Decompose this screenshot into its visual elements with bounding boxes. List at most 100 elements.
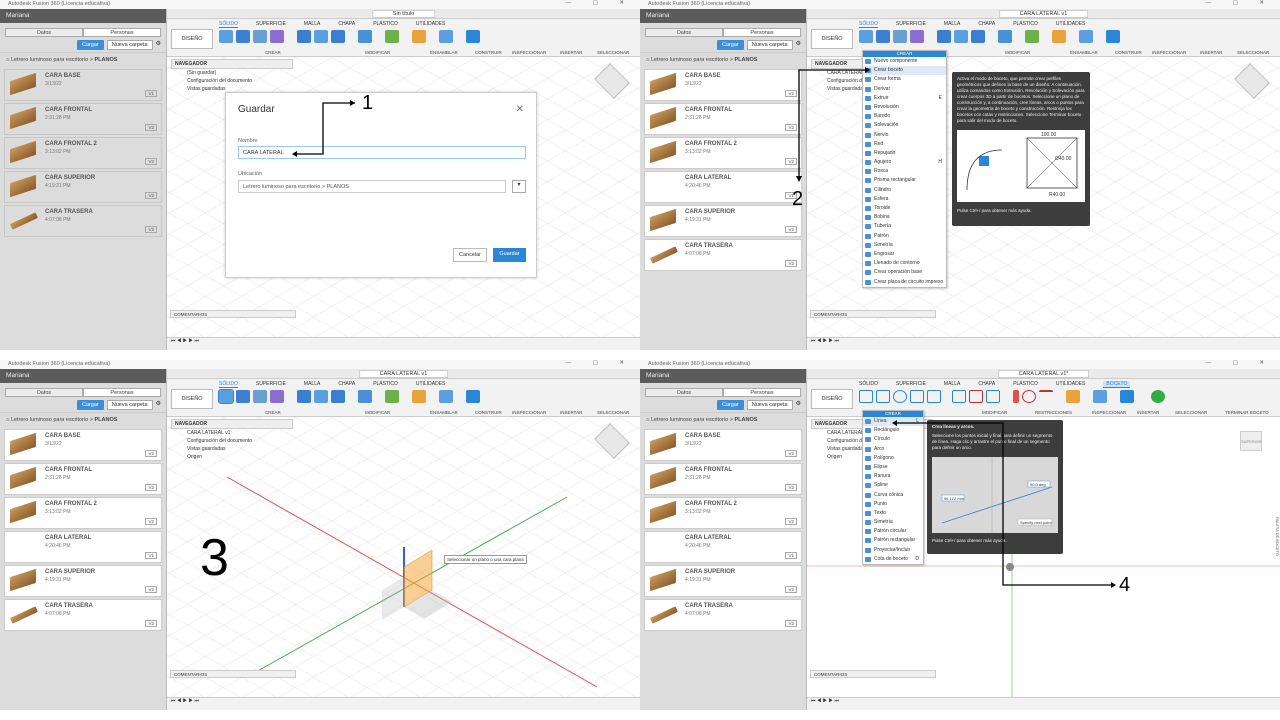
tab-malla[interactable]: MALLA xyxy=(944,21,960,28)
polygon-icon[interactable] xyxy=(910,390,924,403)
create-sketch-icon[interactable] xyxy=(218,389,234,404)
file-item[interactable]: CARA LATERAL 4:20:46 PM V1 xyxy=(4,531,162,563)
file-version[interactable]: V1 xyxy=(145,90,157,97)
measure-icon[interactable] xyxy=(1052,30,1066,43)
group-restricciones[interactable]: RESTRICCIONES xyxy=(1035,410,1072,415)
tab-boceto[interactable]: BOCETO xyxy=(1103,381,1131,388)
tab-utilidades[interactable]: UTILIDADES xyxy=(416,381,445,388)
tab-datos[interactable]: Datos xyxy=(645,28,723,37)
file-version[interactable]: V2 xyxy=(145,586,157,593)
menu-item[interactable]: Punto xyxy=(863,500,923,509)
menu-item[interactable]: Barrido xyxy=(863,112,946,121)
tangent-icon[interactable] xyxy=(1022,390,1036,403)
workspace-switcher[interactable]: DISEÑO xyxy=(811,29,853,49)
upload-button[interactable]: Cargar xyxy=(77,40,104,50)
window-controls[interactable]: — ▢ ✕ xyxy=(1206,360,1274,366)
menu-item[interactable]: Crear boceto xyxy=(863,66,946,76)
user-name[interactable]: Mariana xyxy=(6,372,29,379)
file-item[interactable]: CARA SUPERIOR 4:19:21 PM V2 xyxy=(644,205,802,237)
comments-panel[interactable]: COMENTARIOS xyxy=(810,670,936,678)
file-item[interactable]: CARA BASE 3/13/22 V1 xyxy=(4,69,162,101)
window-controls[interactable]: — ▢ ✕ xyxy=(566,360,634,366)
comments-panel[interactable]: COMENTARIOS xyxy=(170,670,296,678)
tab-superficie[interactable]: SUPERFICIE xyxy=(896,381,926,388)
menu-item[interactable]: Proyectar/Incluir xyxy=(863,546,923,555)
browser-root[interactable]: (Sin guardar) xyxy=(171,69,293,77)
file-item[interactable]: CARA FRONTAL 2:31:28 PM V2 xyxy=(644,103,802,135)
insert-icon[interactable] xyxy=(439,390,453,403)
file-item[interactable]: CARA TRASERA 4:07:08 PM V2 xyxy=(644,239,802,271)
fillet-icon[interactable] xyxy=(314,30,328,43)
group-insertar[interactable]: INSERTAR xyxy=(560,410,582,415)
menu-item[interactable]: Cilindro xyxy=(863,186,946,195)
menu-item[interactable]: Rosca xyxy=(863,167,946,176)
tab-personas[interactable]: Personas xyxy=(723,28,801,37)
create-sketch-icon[interactable] xyxy=(219,30,233,43)
save-button[interactable]: Guardar xyxy=(493,248,526,262)
combine-icon[interactable] xyxy=(971,30,985,43)
file-version[interactable]: V2 xyxy=(785,484,797,491)
menu-item[interactable]: Esfera xyxy=(863,195,946,204)
menu-item[interactable]: Polígono xyxy=(863,454,923,463)
tab-plastico[interactable]: PLÁSTICO xyxy=(373,21,398,28)
user-name[interactable]: Mariana xyxy=(646,12,669,19)
canvas-viewport[interactable]: NAVEGADOR CARA LATERAL v1 Configuración de… xyxy=(167,417,640,697)
create-sketch-icon[interactable] xyxy=(859,30,873,43)
tab-superficie[interactable]: SUPERFICIE xyxy=(256,381,286,388)
group-seleccionar[interactable]: SELECCIONAR xyxy=(597,50,629,55)
file-item[interactable]: CARA FRONTAL 2:31:28 PM V2 xyxy=(644,463,802,495)
menu-item[interactable]: Extruir E xyxy=(863,94,946,103)
tab-utilidades[interactable]: UTILIDADES xyxy=(416,21,445,28)
file-item[interactable]: CARA FRONTAL 2 3:13:02 PM V2 xyxy=(644,497,802,529)
file-item[interactable]: CARA SUPERIOR 4:19:21 PM V2 xyxy=(644,565,802,597)
trim-icon[interactable] xyxy=(969,390,983,403)
equal-icon[interactable] xyxy=(1039,390,1053,403)
press-pull-icon[interactable] xyxy=(937,30,951,43)
menu-item[interactable]: Elipse xyxy=(863,463,923,472)
breadcrumb-root[interactable]: Letrero luminoso para escritorio xyxy=(651,417,728,423)
location-field[interactable]: Letrero luminoso para escritorio > PLANO… xyxy=(238,180,506,193)
browser-item[interactable]: Configuración del documento xyxy=(171,77,293,85)
menu-item[interactable]: Derivar xyxy=(863,85,946,94)
group-modificar[interactable]: MODIFICAR xyxy=(365,50,390,55)
breadcrumb-root[interactable]: Letrero luminoso para escritorio xyxy=(651,57,728,63)
file-version[interactable]: V1 xyxy=(145,552,157,559)
comments-panel[interactable]: COMENTARIOS xyxy=(810,310,936,318)
group-modificar[interactable]: MODIFICAR xyxy=(1005,50,1030,55)
menu-item[interactable]: Nuevo componente xyxy=(863,57,946,66)
combine-icon[interactable] xyxy=(331,390,345,403)
file-item[interactable]: CARA BASE 3/13/22 V2 xyxy=(644,69,802,101)
cancel-button[interactable]: Cancelar xyxy=(453,248,487,262)
gear-icon[interactable]: ⚙ xyxy=(796,400,801,410)
measure-icon[interactable] xyxy=(1066,390,1080,403)
menu-item[interactable]: Curva cónica xyxy=(863,491,923,500)
menu-item[interactable]: Engrosar xyxy=(863,250,946,259)
fillet-icon[interactable] xyxy=(952,390,966,403)
menu-item[interactable]: Nervio xyxy=(863,131,946,140)
tab-personas[interactable]: Personas xyxy=(83,28,161,37)
file-item[interactable]: CARA SUPERIOR 4:19:21 PM V2 xyxy=(4,171,162,203)
group-insertar[interactable]: INSERTAR xyxy=(1137,410,1159,415)
plane-icon[interactable] xyxy=(385,390,399,403)
offset-icon[interactable] xyxy=(986,390,1000,403)
file-item[interactable]: CARA SUPERIOR 4:19:21 PM V2 xyxy=(4,565,162,597)
new-folder-button[interactable]: Nueva carpeta xyxy=(106,400,153,410)
group-construir[interactable]: CONSTRUIR xyxy=(475,50,502,55)
file-version[interactable]: V2 xyxy=(145,450,157,457)
rectangle-icon[interactable] xyxy=(876,390,890,403)
group-modificar[interactable]: MODIFICAR xyxy=(982,410,1007,415)
group-construir[interactable]: CONSTRUIR xyxy=(475,410,502,415)
select-icon[interactable] xyxy=(1120,390,1134,403)
group-inspeccionar[interactable]: INSPECCIONAR xyxy=(1092,410,1126,415)
menu-item[interactable]: Círculo xyxy=(863,435,923,444)
file-version[interactable]: V2 xyxy=(785,450,797,457)
file-version[interactable]: V2 xyxy=(785,226,797,233)
revolve-icon[interactable] xyxy=(253,390,267,403)
menu-item[interactable]: Llenado de contorno xyxy=(863,259,946,268)
menu-item[interactable]: Arco xyxy=(863,445,923,454)
new-folder-button[interactable]: Nueva carpeta xyxy=(746,40,793,50)
tab-datos[interactable]: Datos xyxy=(5,388,83,397)
menu-item[interactable]: Prisma rectangular xyxy=(863,176,946,185)
document-tab[interactable]: Sin título xyxy=(371,10,436,18)
breadcrumb-root[interactable]: Letrero luminoso para escritorio xyxy=(11,417,88,423)
